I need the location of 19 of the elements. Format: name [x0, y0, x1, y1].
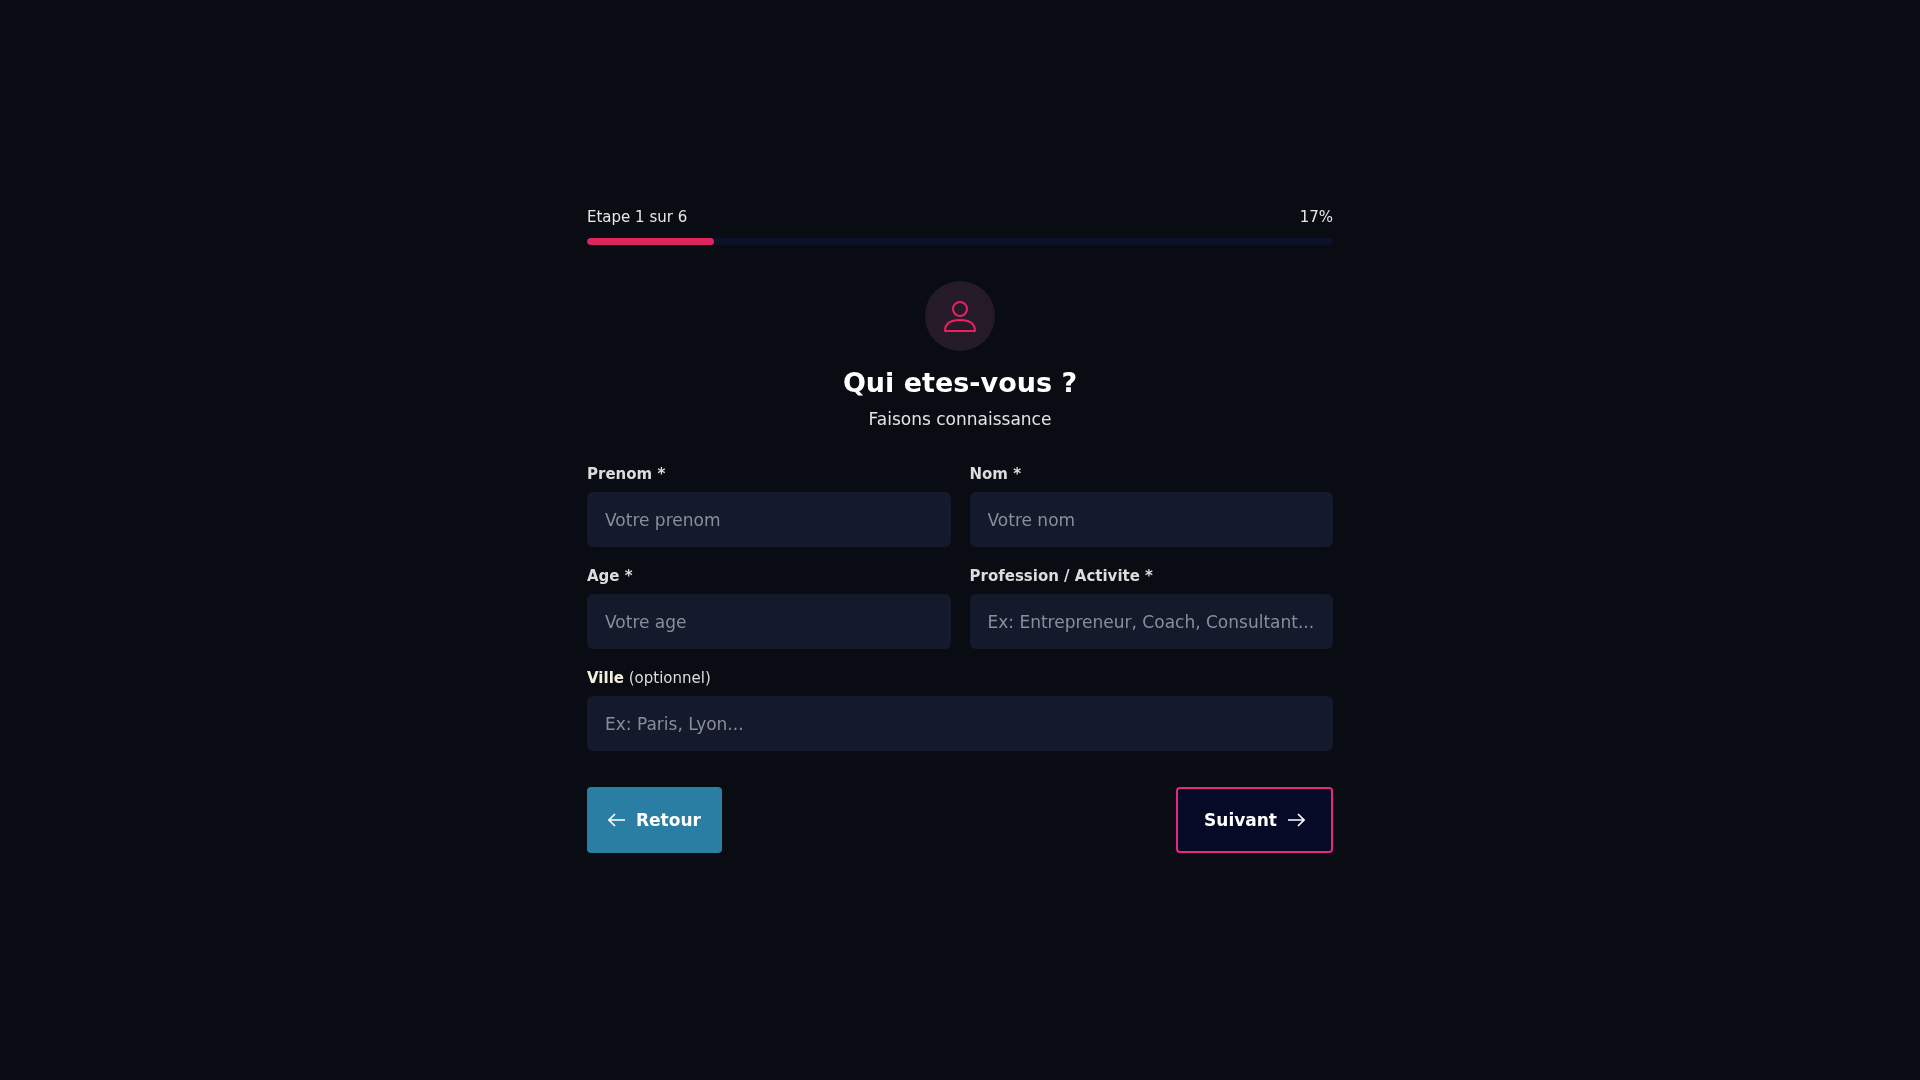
page-subtitle: Faisons connaissance	[868, 409, 1052, 430]
input-field[interactable]: Votre age	[587, 594, 951, 650]
input-field[interactable]: Votre nom	[969, 492, 1333, 548]
arrow-right-icon	[1287, 813, 1305, 828]
input-field[interactable]: Ex: Paris, Lyon...	[587, 696, 1333, 752]
input-field[interactable]: Ex: Entrepreneur, Coach, Consultant...	[969, 594, 1333, 650]
progress-percent: 17%	[1299, 208, 1333, 226]
page-title: Qui etes-vous ?	[842, 367, 1078, 400]
field-label: Age *	[587, 567, 634, 586]
next-button[interactable]: Suivant	[1176, 787, 1333, 854]
field-label: Ville (optionnel)	[587, 669, 712, 688]
field-label: Nom *	[969, 465, 1023, 484]
step-counter: Etape 1 sur 6	[587, 208, 688, 226]
back-button[interactable]: Retour	[587, 787, 722, 854]
field-label: Prenom *	[587, 465, 667, 484]
arrow-left-icon	[608, 813, 626, 828]
field-label: Profession / Activite *	[969, 567, 1154, 586]
input-field[interactable]: Votre prenom	[587, 492, 951, 548]
user-icon	[925, 281, 995, 351]
